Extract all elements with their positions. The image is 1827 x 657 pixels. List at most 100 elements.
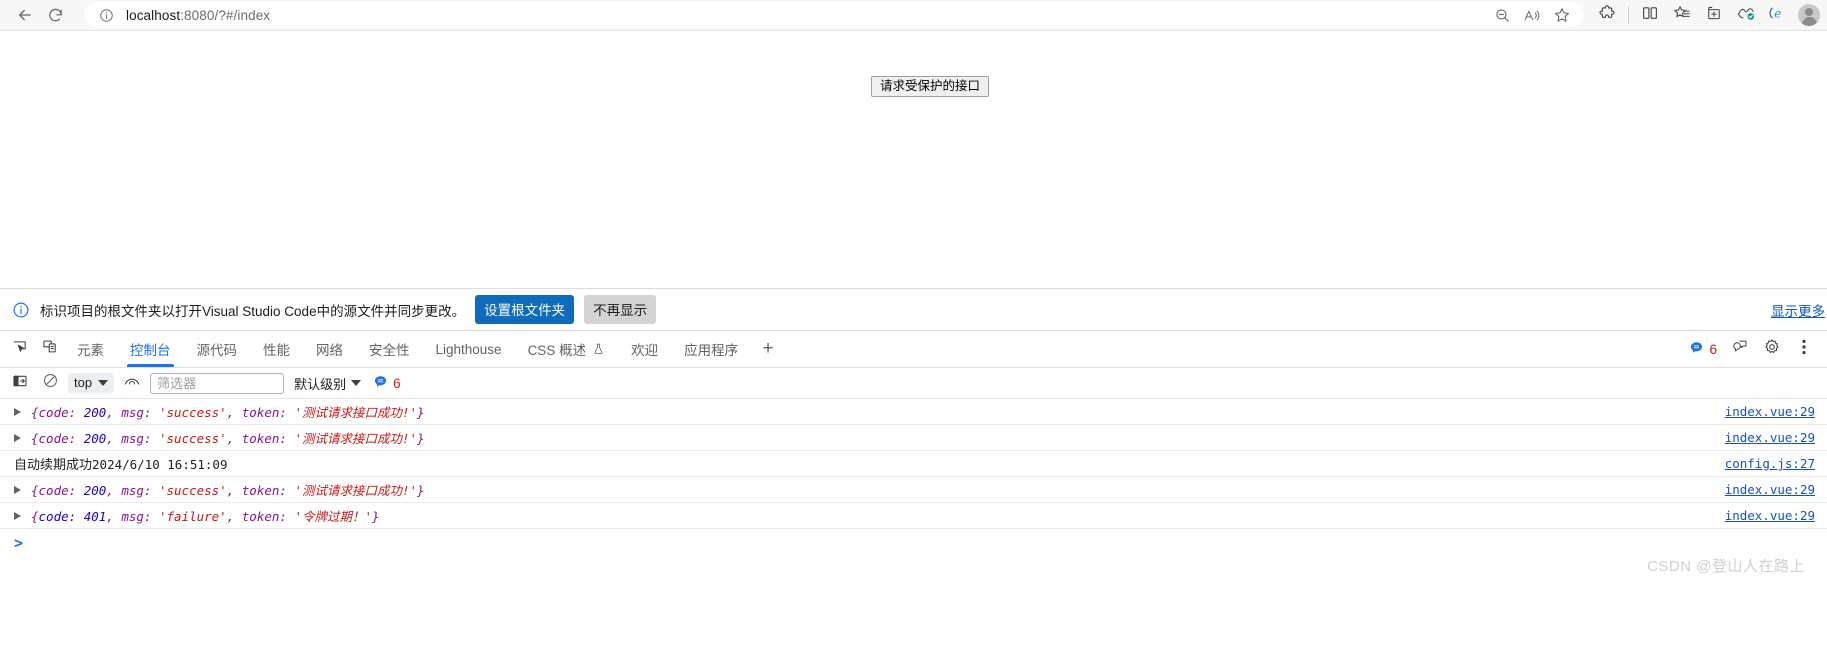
log-message: {code: 200, msg: 'success', token: '测试请求… [31, 405, 425, 420]
settings-button[interactable] [1757, 336, 1787, 362]
execution-context-value: top [74, 375, 93, 390]
devtools-tab-bar: 元素 控制台 源代码 性能 网络 安全性 Lighthouse CSS 概述 欢… [0, 331, 1827, 368]
chevron-down-icon [98, 379, 109, 386]
log-row[interactable]: {code: 401, msg: 'failure', token: '令牌过期… [0, 503, 1827, 529]
tab-elements[interactable]: 元素 [64, 331, 117, 367]
device-toolbar-icon [41, 338, 58, 360]
back-arrow-icon [16, 6, 34, 24]
log-row[interactable]: {code: 200, msg: 'success', token: '测试请求… [0, 399, 1827, 425]
tab-console[interactable]: 控制台 [117, 331, 184, 367]
console-sidebar-icon [12, 373, 28, 394]
expand-arrow-icon[interactable] [14, 407, 21, 416]
tab-label: 源代码 [196, 343, 238, 358]
tab-css-overview[interactable]: CSS 概述 [515, 331, 619, 367]
tab-lighthouse[interactable]: Lighthouse [423, 331, 515, 367]
log-row[interactable]: 自动续期成功2024/6/10 16:51:09 config.js:27 [0, 451, 1827, 477]
omnibox-actions [1488, 3, 1576, 27]
device-toolbar-button[interactable] [34, 331, 64, 367]
zoom-out-icon[interactable] [1488, 3, 1516, 27]
log-row[interactable]: {code: 200, msg: 'success', token: '测试请求… [0, 477, 1827, 503]
inspect-element-button[interactable] [4, 331, 34, 367]
add-to-tabs-icon [1705, 4, 1723, 27]
console-log-list[interactable]: {code: 200, msg: 'success', token: '测试请求… [0, 399, 1827, 584]
tab-label: 应用程序 [684, 343, 739, 358]
feedback-icon [1731, 338, 1749, 360]
tab-sources[interactable]: 源代码 [184, 331, 251, 367]
tab-label: 安全性 [369, 343, 410, 358]
show-more-link[interactable]: 显示更多 [1771, 300, 1825, 320]
console-issues-badge[interactable]: 6 [367, 374, 407, 392]
clear-console-button[interactable] [38, 372, 62, 394]
log-message: {code: 200, msg: 'success', token: '测试请求… [31, 483, 425, 498]
split-screen-button[interactable] [1635, 2, 1665, 28]
url-host: localhost [126, 7, 181, 23]
console-toolbar: top 默认级别 6 [0, 368, 1827, 399]
request-protected-api-button[interactable]: 请求受保护的接口 [871, 76, 990, 97]
collections-icon [1673, 4, 1691, 27]
expand-arrow-icon[interactable] [14, 433, 21, 442]
tab-welcome[interactable]: 欢迎 [618, 331, 671, 367]
dont-show-again-button[interactable]: 不再显示 [584, 295, 657, 324]
console-prompt[interactable]: > [0, 529, 1827, 557]
profile-avatar-icon [1798, 4, 1820, 26]
tab-label: 欢迎 [631, 343, 659, 358]
feedback-button[interactable] [1725, 336, 1755, 362]
url-text: localhost:8080/?#/index [126, 8, 1488, 23]
log-level-value: 默认级别 [294, 376, 347, 392]
extensions-icon [1598, 4, 1616, 27]
watermark: CSDN @登山人在路上 [1647, 558, 1805, 575]
message-bubble-icon [1689, 340, 1704, 358]
browser-toolbar-actions: e [1592, 2, 1820, 28]
tab-security[interactable]: 安全性 [356, 331, 423, 367]
log-source-link[interactable]: config.js:27 [1725, 456, 1815, 471]
set-root-folder-button[interactable]: 设置根文件夹 [475, 295, 575, 324]
log-row[interactable]: {code: 200, msg: 'success', token: '测试请求… [0, 425, 1827, 451]
live-expression-button[interactable] [120, 372, 144, 394]
extensions-button[interactable] [1592, 2, 1622, 28]
prompt-caret-icon: > [14, 534, 24, 552]
clear-console-icon [42, 372, 59, 394]
back-button[interactable] [10, 2, 40, 28]
tab-application[interactable]: 应用程序 [671, 331, 751, 367]
vscode-infobar: 标识项目的根文件夹以打开Visual Studio Code中的源文件并同步更改… [0, 288, 1827, 331]
log-source-link[interactable]: index.vue:29 [1725, 482, 1815, 497]
expand-arrow-icon[interactable] [14, 511, 21, 520]
ie-mode-button[interactable]: e [1763, 2, 1793, 28]
favorite-star-icon[interactable] [1548, 3, 1576, 27]
more-options-button[interactable] [1789, 336, 1819, 362]
address-bar[interactable]: localhost:8080/?#/index [84, 2, 1584, 28]
reload-button[interactable] [40, 2, 70, 28]
page-viewport: 请求受保护的接口 [0, 30, 1827, 288]
log-source-link[interactable]: index.vue:29 [1725, 508, 1815, 523]
log-level-select[interactable]: 默认级别 [290, 374, 362, 393]
log-source-link[interactable]: index.vue:29 [1725, 430, 1815, 445]
split-screen-icon [1641, 4, 1659, 27]
browser-toolbar: localhost:8080/?#/index e [0, 0, 1827, 30]
devtools-panel: 元素 控制台 源代码 性能 网络 安全性 Lighthouse CSS 概述 欢… [0, 331, 1827, 584]
issue-count: 6 [1709, 341, 1717, 357]
log-source-link[interactable]: index.vue:29 [1725, 404, 1815, 419]
info-circle-icon [10, 299, 32, 321]
info-circle-icon[interactable] [96, 5, 116, 25]
profile-button[interactable] [1795, 4, 1820, 26]
tab-network[interactable]: 网络 [303, 331, 356, 367]
log-rows-container: {code: 200, msg: 'success', token: '测试请求… [0, 399, 1827, 529]
console-filter-input[interactable] [150, 372, 285, 394]
eye-icon [123, 373, 141, 394]
log-message: 自动续期成功2024/6/10 16:51:09 [14, 457, 228, 472]
execution-context-select[interactable]: top [68, 373, 115, 393]
tab-performance[interactable]: 性能 [250, 331, 303, 367]
add-panel-button[interactable]: + [751, 331, 785, 367]
collections-button[interactable] [1667, 2, 1697, 28]
issues-badge[interactable]: 6 [1683, 340, 1723, 358]
infobar-message: 标识项目的根文件夹以打开Visual Studio Code中的源文件并同步更改… [40, 303, 466, 319]
browser-essentials-button[interactable] [1731, 2, 1761, 28]
expand-arrow-icon[interactable] [14, 485, 21, 494]
inspect-element-icon [11, 338, 28, 360]
read-aloud-icon[interactable] [1518, 3, 1546, 27]
flask-icon [592, 342, 605, 356]
console-sidebar-toggle[interactable] [8, 372, 32, 394]
console-issue-count: 6 [393, 375, 401, 391]
tab-label: 控制台 [130, 343, 171, 358]
add-to-tabs-button[interactable] [1699, 2, 1729, 28]
